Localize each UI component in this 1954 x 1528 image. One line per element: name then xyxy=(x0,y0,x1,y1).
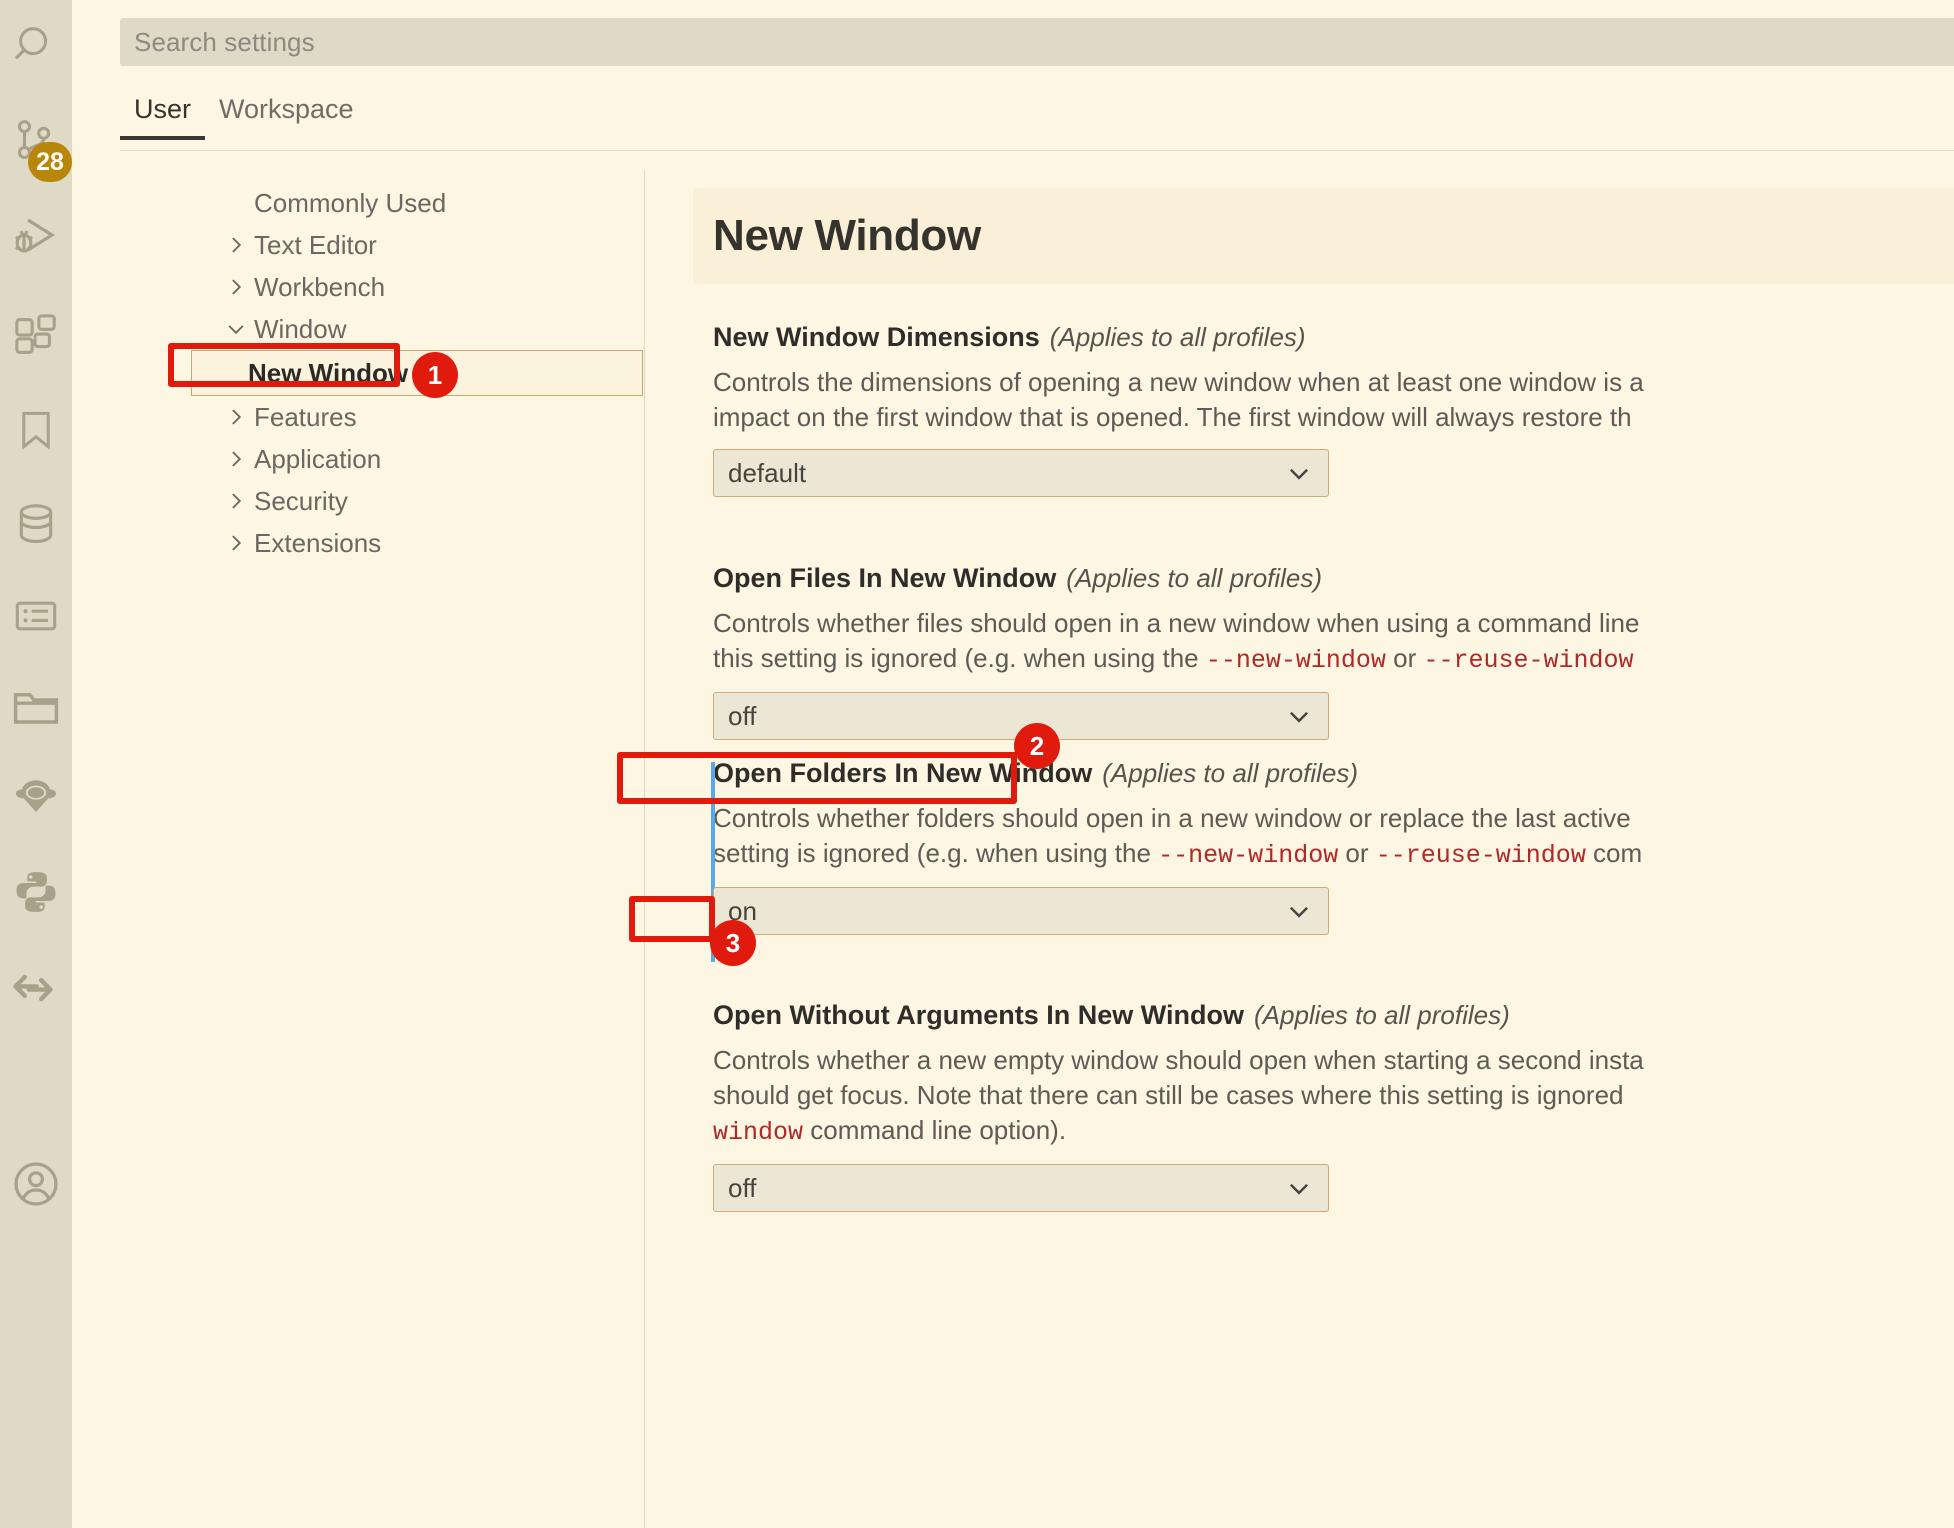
chevron-right-icon xyxy=(222,529,250,557)
toc-item-text-editor[interactable]: Text Editor xyxy=(192,224,644,266)
todo-list-icon[interactable] xyxy=(0,580,72,652)
setting-select-open-folders-in-new-window[interactable]: on xyxy=(713,887,1329,935)
setting-title: Open Without Arguments In New Window (App… xyxy=(693,1000,1954,1031)
tab-user[interactable]: User xyxy=(120,92,206,140)
chevron-right-icon xyxy=(222,273,250,301)
toc-label: Application xyxy=(254,443,382,474)
setting-description: Controls whether files should open in a … xyxy=(693,606,1954,678)
chevron-right-icon xyxy=(222,403,250,431)
toc-item-security[interactable]: Security xyxy=(192,480,644,522)
chevron-down-icon xyxy=(1286,1175,1312,1201)
setting-desc-code: window xyxy=(713,1118,804,1147)
database-icon[interactable] xyxy=(0,488,72,560)
setting-description: Controls whether a new empty window shou… xyxy=(693,1043,1954,1150)
chevron-down-icon xyxy=(1286,703,1312,729)
setting-desc-line: setting is ignored (e.g. when using the xyxy=(713,838,1159,868)
select-value: default xyxy=(728,457,807,488)
setting-title-text: Open Without Arguments In New Window xyxy=(713,1000,1244,1030)
search-icon[interactable] xyxy=(0,8,72,80)
annotation-number-1: 1 xyxy=(412,352,458,398)
tab-workspace[interactable]: Workspace xyxy=(205,92,368,140)
toc-label: Text Editor xyxy=(254,229,377,260)
chevron-right-icon xyxy=(222,445,250,473)
toc-item-workbench[interactable]: Workbench xyxy=(192,266,644,308)
project-manager-icon[interactable] xyxy=(0,672,72,744)
toc-label: Workbench xyxy=(254,271,386,302)
setting-title: New Window Dimensions (Applies to all pro… xyxy=(693,322,1954,353)
setting-open-without-arguments-in-new-window: Open Without Arguments In New Window (App… xyxy=(693,1000,1954,1212)
setting-title-open-folders-in-new-window: Open Folders In New Window (Applies to al… xyxy=(693,758,1954,789)
setting-new-window-dimensions: New Window Dimensions (Applies to all pro… xyxy=(693,322,1954,497)
setting-desc-line: Controls whether a new empty window shou… xyxy=(713,1045,1644,1075)
live-share-icon[interactable] xyxy=(0,952,72,1024)
setting-title: Open Files In New Window (Applies to all … xyxy=(693,563,1954,594)
toc-item-application[interactable]: Application xyxy=(192,438,644,480)
setting-desc-code: --new-window xyxy=(1205,646,1386,675)
toc-label: Window xyxy=(254,313,347,344)
setting-desc-line: impact on the first window that is opene… xyxy=(713,402,1632,432)
setting-open-folders-in-new-window: Open Folders In New Window (Applies to al… xyxy=(693,758,1954,962)
annotation-number-2: 2 xyxy=(1014,723,1060,769)
select-value: off xyxy=(728,1172,757,1203)
settings-main-panel: Search settings User Workspace Commonly … xyxy=(72,0,1954,1528)
setting-desc-line: Controls the dimensions of opening a new… xyxy=(713,367,1644,397)
toc-item-extensions[interactable]: Extensions xyxy=(192,522,644,564)
setting-profiles-note: (Applies to all profiles) xyxy=(1102,758,1359,788)
toc-item-commonly-used[interactable]: Commonly Used xyxy=(192,182,644,224)
setting-desc-line: Controls whether folders should open in … xyxy=(713,803,1631,833)
toc-label: Extensions xyxy=(254,527,382,558)
setting-desc-line: or xyxy=(1338,838,1376,868)
chevron-down-icon xyxy=(222,315,250,343)
search-input[interactable]: Search settings xyxy=(120,18,1954,66)
toc-item-window[interactable]: Window xyxy=(192,308,644,350)
setting-title-text: New Window Dimensions xyxy=(713,322,1040,352)
toc-item-features[interactable]: Features xyxy=(192,396,644,438)
chevron-down-icon xyxy=(1286,460,1312,486)
annotation-number-3: 3 xyxy=(710,920,756,966)
setting-profiles-note: (Applies to all profiles) xyxy=(1253,1000,1510,1030)
account-icon[interactable] xyxy=(0,1148,72,1220)
setting-desc-code: --new-window xyxy=(1158,841,1339,870)
setting-desc-code: --reuse-window xyxy=(1375,841,1586,870)
setting-desc-line: Controls whether files should open in a … xyxy=(713,608,1640,638)
setting-description: Controls whether folders should open in … xyxy=(693,801,1954,873)
settings-list: New Window New Window Dimensions (Applies… xyxy=(644,170,1954,1528)
chevron-down-icon xyxy=(1286,898,1312,924)
extensions-icon[interactable] xyxy=(0,300,72,372)
setting-desc-code: --reuse-window xyxy=(1423,646,1634,675)
setting-select-open-without-arguments-in-new-window[interactable]: off xyxy=(713,1164,1329,1212)
settings-scope-tabs: User Workspace xyxy=(120,92,368,148)
setting-profiles-note: (Applies to all profiles) xyxy=(1066,563,1323,593)
setting-desc-line: com xyxy=(1585,838,1643,868)
setting-select-new-window-dimensions[interactable]: default xyxy=(713,449,1329,497)
setting-desc-line: or xyxy=(1385,643,1424,673)
page-title: New Window xyxy=(713,211,981,260)
settings-group-header: New Window xyxy=(693,188,1954,284)
toc-label: New Window xyxy=(248,357,409,388)
tabs-divider xyxy=(120,150,1954,151)
setting-desc-line: command line option). xyxy=(803,1115,1067,1145)
settings-editor-window: 28 Search settings User Workspace Common… xyxy=(0,0,1954,1528)
toc-label: Commonly Used xyxy=(254,187,447,218)
toc-label: Security xyxy=(254,485,348,516)
setting-profiles-note: (Applies to all profiles) xyxy=(1049,322,1306,352)
anaconda-icon[interactable] xyxy=(0,762,72,834)
select-value: off xyxy=(728,700,757,731)
setting-title-text: Open Files In New Window xyxy=(713,563,1057,593)
chevron-right-icon xyxy=(222,231,250,259)
bookmarks-icon[interactable] xyxy=(0,394,72,466)
toc-label: Features xyxy=(254,401,357,432)
setting-desc-line: this setting is ignored (e.g. when using… xyxy=(713,643,1206,673)
run-and-debug-icon[interactable] xyxy=(0,200,72,272)
setting-desc-line: should get focus. Note that there can st… xyxy=(713,1080,1624,1110)
setting-description: Controls the dimensions of opening a new… xyxy=(693,365,1954,435)
source-control-badge: 28 xyxy=(28,142,72,182)
python-icon[interactable] xyxy=(0,856,72,928)
chevron-right-icon xyxy=(222,487,250,515)
setting-open-files-in-new-window: Open Files In New Window (Applies to all … xyxy=(693,563,1954,740)
activity-bar: 28 xyxy=(0,0,72,1528)
